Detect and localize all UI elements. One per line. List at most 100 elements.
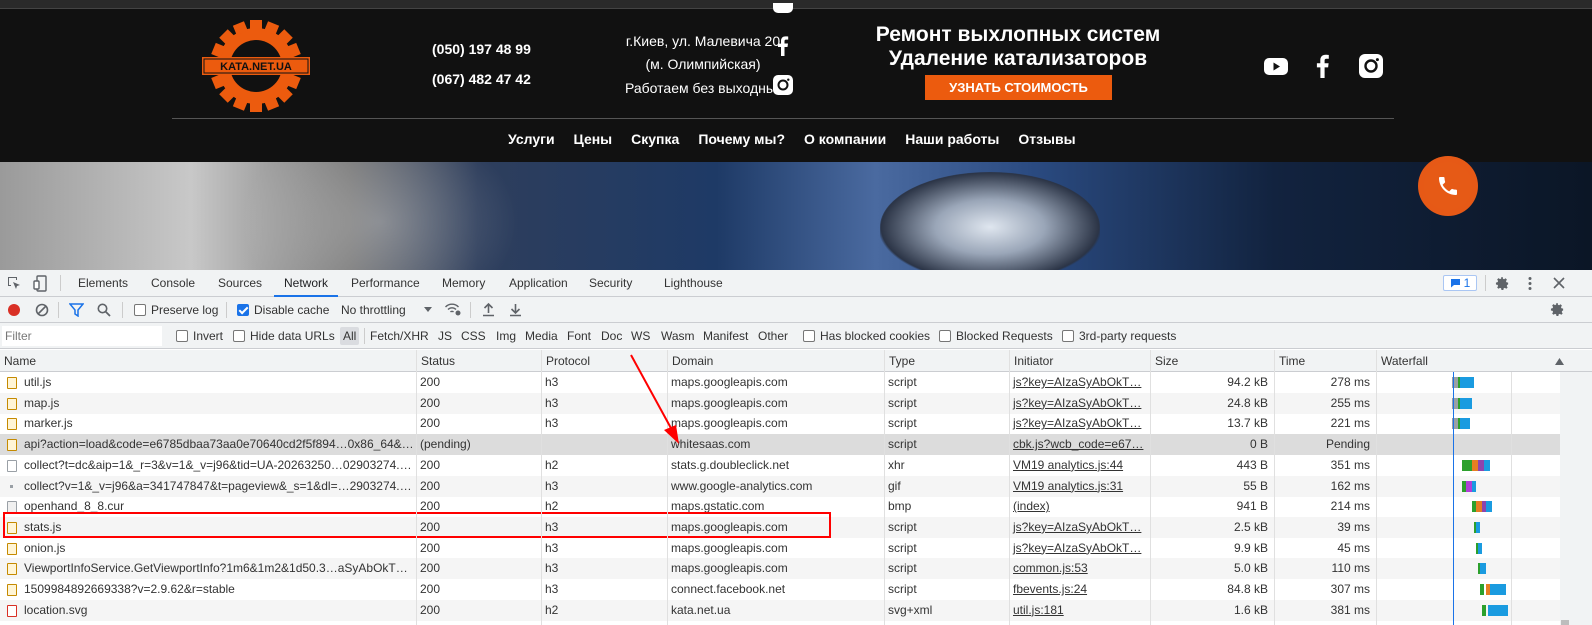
cell-initiator[interactable]: common.js:53: [1009, 558, 1148, 579]
more-options-icon[interactable]: [1527, 276, 1533, 291]
scrollbar-thumb[interactable]: [1561, 620, 1569, 625]
column-header-initiator[interactable]: Initiator: [1009, 350, 1053, 372]
tab-console[interactable]: Console: [149, 270, 197, 297]
preserve-log-checkbox[interactable]: Preserve log: [134, 297, 218, 323]
column-header-name[interactable]: Name: [0, 350, 36, 372]
filter-type-wasm[interactable]: Wasm: [661, 323, 695, 349]
table-scrollbar[interactable]: [1560, 372, 1592, 625]
third-party-checkbox[interactable]: 3rd-party requests: [1062, 323, 1176, 349]
logo[interactable]: KATA.NET.UA: [200, 15, 312, 117]
blocked-requests-checkbox[interactable]: Blocked Requests: [939, 323, 1053, 349]
checkbox-box[interactable]: [176, 330, 188, 342]
table-row[interactable]: ViewportInfoService.GetViewportInfo?1m6&…: [0, 558, 1560, 580]
nav-item-about[interactable]: О компании: [804, 131, 886, 147]
nav-item-reviews[interactable]: Отзывы: [1018, 131, 1075, 147]
device-toolbar-icon[interactable]: [33, 275, 48, 292]
table-row[interactable]: onion.js 200 h3 maps.googleapis.com script js…: [0, 538, 1560, 559]
record-icon[interactable]: [7, 303, 21, 317]
table-row[interactable]: location.svg 200 h2 kata.net.ua svg+xml util.…: [0, 599, 1560, 621]
nav-item-services[interactable]: Услуги: [508, 131, 555, 147]
filter-type-all[interactable]: All: [340, 327, 360, 345]
column-header-size[interactable]: Size: [1150, 350, 1178, 372]
inspect-element-icon[interactable]: [7, 276, 22, 291]
filter-type-manifest[interactable]: Manifest: [703, 323, 748, 349]
table-row[interactable]: util.js 200 h3 maps.googleapis.com script js?…: [0, 372, 1560, 393]
tab-elements[interactable]: Elements: [76, 270, 130, 297]
import-har-icon[interactable]: [482, 302, 495, 317]
checkbox-box[interactable]: [233, 330, 245, 342]
social-icon-partial[interactable]: [772, 3, 794, 15]
hide-data-urls-checkbox[interactable]: Hide data URLs: [233, 323, 335, 349]
filter-type-js[interactable]: JS: [438, 323, 452, 349]
table-row[interactable]: 1509984892669338?v=2.9.62&r=stable 200 h3 c…: [0, 579, 1560, 600]
nav-item-buyback[interactable]: Скупка: [631, 131, 679, 147]
column-header-time[interactable]: Time: [1274, 350, 1305, 372]
tab-memory[interactable]: Memory: [440, 270, 487, 297]
filter-type-img[interactable]: Img: [496, 323, 516, 349]
tab-sources[interactable]: Sources: [216, 270, 264, 297]
network-settings-gear-icon[interactable]: [1550, 302, 1565, 317]
instagram-icon[interactable]: [1358, 53, 1384, 79]
filter-type-css[interactable]: CSS: [461, 323, 486, 349]
column-header-waterfall[interactable]: Waterfall: [1376, 350, 1428, 372]
cell-initiator[interactable]: js?key=AIzaSyAbOkT…: [1009, 538, 1148, 559]
tab-network[interactable]: Network: [282, 270, 330, 297]
sort-ascending-icon[interactable]: [1555, 358, 1564, 365]
nav-item-our-works[interactable]: Наши работы: [905, 131, 999, 147]
column-header-domain[interactable]: Domain: [667, 350, 713, 372]
cell-initiator[interactable]: fbevents.js:24: [1009, 579, 1148, 600]
facebook-icon[interactable]: [1310, 53, 1336, 79]
throttling-select[interactable]: No throttling: [341, 297, 432, 323]
column-header-protocol[interactable]: Protocol: [541, 350, 590, 372]
filter-type-media[interactable]: Media: [525, 323, 558, 349]
cell-initiator[interactable]: js?key=AIzaSyAbOkT…: [1009, 517, 1148, 538]
checkbox-box[interactable]: [939, 330, 951, 342]
filter-icon[interactable]: [69, 303, 84, 317]
table-row[interactable]: collect?t=dc&aip=1&_r=3&v=1&_v=j96&tid=U…: [0, 455, 1560, 476]
tab-lighthouse[interactable]: Lighthouse: [662, 270, 725, 297]
checkbox-box[interactable]: [134, 304, 146, 316]
tab-security[interactable]: Security: [587, 270, 634, 297]
cell-initiator[interactable]: cbk.js?wcb_code=e67…: [1009, 434, 1148, 455]
export-har-icon[interactable]: [509, 302, 522, 317]
cell-initiator[interactable]: js?key=AIzaSyAbOkT…: [1009, 372, 1148, 393]
filter-type-doc[interactable]: Doc: [601, 323, 622, 349]
issues-badge[interactable]: 1: [1443, 275, 1477, 291]
phone-number-2[interactable]: (067) 482 47 42: [432, 71, 531, 87]
cell-initiator[interactable]: VM19 analytics.js:44: [1009, 455, 1148, 476]
table-row[interactable]: collect?v=1&_v=j96&a=341747847&t=pagevie…: [0, 475, 1560, 497]
tab-performance[interactable]: Performance: [349, 270, 422, 297]
checkbox-box-checked[interactable]: [237, 304, 249, 316]
gear-icon[interactable]: [1495, 276, 1510, 291]
get-price-button[interactable]: УЗНАТЬ СТОИМОСТЬ: [925, 75, 1112, 100]
nav-item-why-us[interactable]: Почему мы?: [698, 131, 785, 147]
has-blocked-cookies-checkbox[interactable]: Has blocked cookies: [803, 323, 930, 349]
table-row[interactable]: map.js 200 h3 maps.googleapis.com script js?k…: [0, 392, 1560, 414]
close-icon[interactable]: [1553, 277, 1565, 289]
filter-type-fetch-xhr[interactable]: Fetch/XHR: [370, 323, 429, 349]
column-header-type[interactable]: Type: [884, 350, 915, 372]
filter-type-ws[interactable]: WS: [631, 323, 650, 349]
table-row[interactable]: api?action=load&code=e6785dbaa73aa0e7064…: [0, 434, 1560, 456]
filter-type-font[interactable]: Font: [567, 323, 591, 349]
checkbox-box[interactable]: [803, 330, 815, 342]
table-row[interactable]: marker.js 200 h3 maps.googleapis.com script j…: [0, 413, 1560, 434]
youtube-icon[interactable]: [1263, 53, 1289, 79]
disable-cache-checkbox[interactable]: Disable cache: [237, 297, 329, 323]
call-button[interactable]: [1418, 156, 1478, 216]
network-conditions-icon[interactable]: [444, 302, 461, 317]
instagram-icon[interactable]: [772, 74, 794, 96]
invert-checkbox[interactable]: Invert: [176, 323, 223, 349]
cell-initiator[interactable]: VM19 analytics.js:31: [1009, 476, 1148, 497]
cell-initiator[interactable]: js?key=AIzaSyAbOkT…: [1009, 413, 1148, 434]
filter-input[interactable]: [2, 326, 162, 346]
column-header-status[interactable]: Status: [416, 350, 455, 372]
facebook-icon[interactable]: [772, 35, 794, 57]
cell-initiator[interactable]: (index): [1009, 496, 1148, 517]
checkbox-box[interactable]: [1062, 330, 1074, 342]
cell-initiator[interactable]: util.js:181: [1009, 600, 1148, 621]
filter-type-other[interactable]: Other: [758, 323, 788, 349]
clear-icon[interactable]: [35, 303, 49, 317]
search-icon[interactable]: [97, 303, 111, 317]
tab-application[interactable]: Application: [507, 270, 570, 297]
